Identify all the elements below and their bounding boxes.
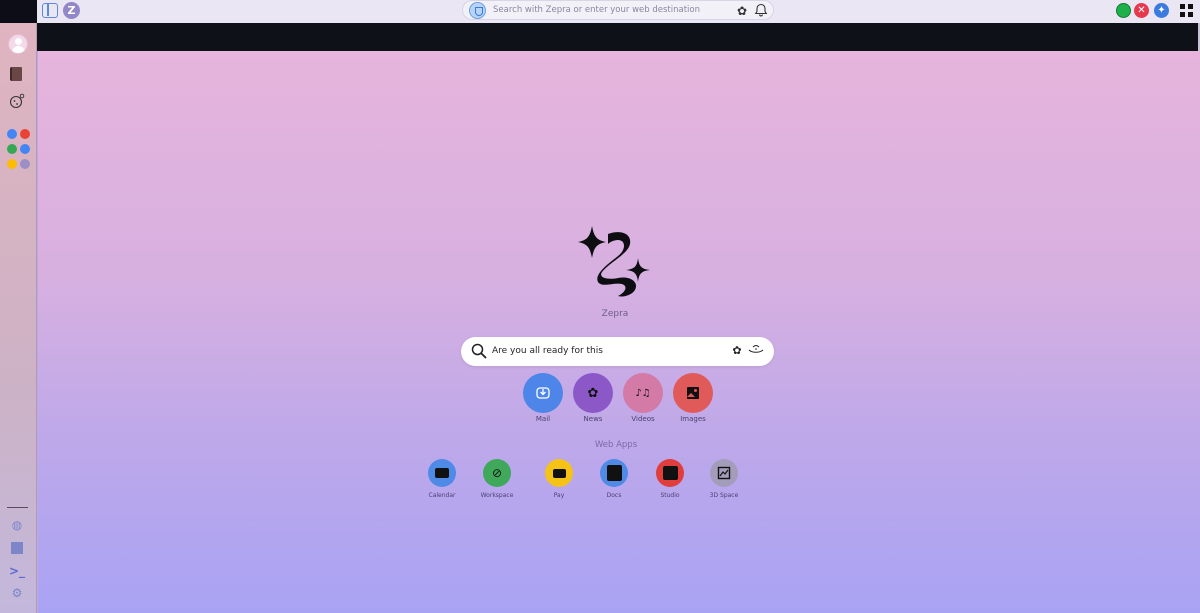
news-icon[interactable]: ✿ xyxy=(573,373,613,413)
calendar-icon[interactable] xyxy=(428,459,456,487)
bell-icon[interactable] xyxy=(754,3,768,21)
apps-dots[interactable] xyxy=(7,129,30,169)
quick-link-label: Videos xyxy=(631,415,655,423)
close-icon[interactable]: ✕ xyxy=(1134,3,1149,18)
book-icon[interactable] xyxy=(10,67,22,81)
quick-link-images[interactable]: Images xyxy=(668,373,718,423)
sidebar-divider xyxy=(7,507,28,508)
green-status-icon[interactable] xyxy=(1116,3,1131,18)
blue-dot xyxy=(20,144,30,154)
web-app-label: Calendar xyxy=(428,492,456,499)
left-sidebar: ◍ >_ ⚙ xyxy=(0,23,37,613)
top-toolbar: Z Search with Zepra or enter your web de… xyxy=(0,0,1200,23)
purple-dot xyxy=(20,159,30,169)
user-settings-icon[interactable]: ⚙ xyxy=(9,585,25,601)
inbox-icon[interactable] xyxy=(523,373,563,413)
add-icon[interactable]: ✦ xyxy=(1154,3,1169,18)
quick-link-mail[interactable]: Mail xyxy=(518,373,568,423)
square-icon[interactable] xyxy=(9,540,25,556)
3d-space-icon[interactable] xyxy=(710,459,738,487)
quick-link-label: Mail xyxy=(535,415,551,423)
search-input[interactable]: Are you all ready for this xyxy=(492,346,603,356)
quick-link-label: News xyxy=(583,415,603,423)
web-app-docs[interactable]: Docs xyxy=(588,459,640,499)
quick-link-news[interactable]: ✿ News xyxy=(568,373,618,423)
cookie-icon[interactable] xyxy=(9,93,25,109)
globe-icon[interactable]: ◍ xyxy=(9,517,25,533)
new-tab-page xyxy=(38,51,1200,613)
shield-icon[interactable] xyxy=(469,2,486,19)
web-app-label: Studio xyxy=(660,492,680,499)
web-app-label: Pay xyxy=(553,492,565,499)
brand-name: Zepra xyxy=(601,309,629,319)
zepra-logo-icon[interactable]: Z xyxy=(63,2,80,19)
web-app-workspace[interactable]: ⊘ Workspace xyxy=(471,459,523,499)
address-bar-placeholder: Search with Zepra or enter your web dest… xyxy=(493,5,700,15)
sidebar-toggle-icon[interactable] xyxy=(42,3,58,18)
terminal-icon[interactable]: >_ xyxy=(9,563,25,579)
web-app-calendar[interactable]: Calendar xyxy=(416,459,468,499)
web-app-studio[interactable]: Studio xyxy=(644,459,696,499)
red-dot xyxy=(20,129,30,139)
grid-menu-icon[interactable] xyxy=(1180,4,1193,17)
pay-icon[interactable] xyxy=(545,459,573,487)
search-icon[interactable] xyxy=(471,343,487,359)
green-dot xyxy=(7,144,17,154)
address-bar[interactable]: Search with Zepra or enter your web dest… xyxy=(462,0,774,20)
studio-icon[interactable] xyxy=(656,459,684,487)
main-search-bar[interactable]: Are you all ready for this ✿ xyxy=(461,337,774,366)
zepra-logo xyxy=(578,226,650,297)
blue-dot xyxy=(7,129,17,139)
workspace-icon[interactable]: ⊘ xyxy=(483,459,511,487)
web-apps-heading: Web Apps xyxy=(594,440,638,450)
quick-link-videos[interactable]: ♪♫ Videos xyxy=(618,373,668,423)
profile-avatar[interactable] xyxy=(8,34,28,54)
bookmark-strip xyxy=(37,23,1200,51)
web-app-3d-space[interactable]: 3D Space xyxy=(698,459,750,499)
web-app-pay[interactable]: Pay xyxy=(533,459,585,499)
image-icon[interactable] xyxy=(673,373,713,413)
web-app-label: Workspace xyxy=(480,492,514,499)
extensions-icon[interactable]: ✿ xyxy=(737,3,747,19)
videos-icon[interactable]: ♪♫ xyxy=(623,373,663,413)
window-corner xyxy=(0,0,37,23)
docs-icon[interactable] xyxy=(600,459,628,487)
web-app-label: 3D Space xyxy=(709,492,739,499)
quick-link-label: Images xyxy=(680,415,706,423)
extensions-icon[interactable]: ✿ xyxy=(729,343,745,359)
voice-icon[interactable] xyxy=(748,343,764,359)
yellow-dot xyxy=(7,159,17,169)
web-app-label: Docs xyxy=(606,492,622,499)
